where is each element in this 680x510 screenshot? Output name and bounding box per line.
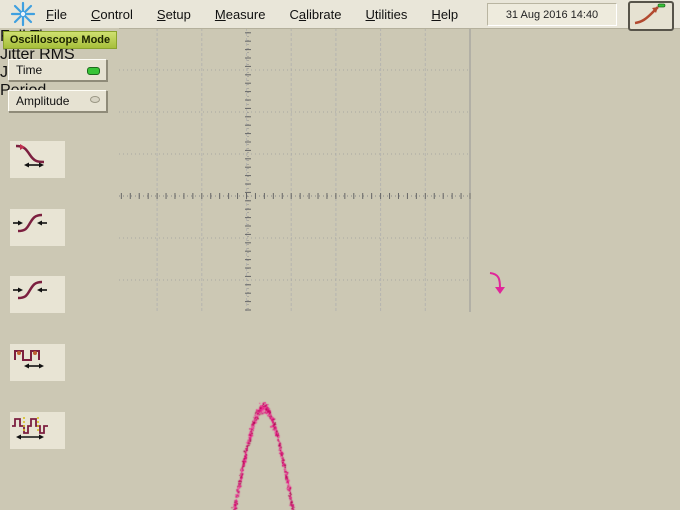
jitter-rms-button[interactable] (10, 209, 65, 246)
menu-calibrate[interactable]: Calibrate (289, 7, 341, 22)
amplitude-led-icon (90, 96, 100, 103)
trace-end-arrow-icon (488, 270, 508, 298)
fall-time-button[interactable] (10, 141, 65, 178)
mode-header: Oscilloscope Mode (3, 31, 117, 49)
menu-help[interactable]: Help (431, 7, 458, 22)
menu-bar: File Control Setup Measure Calibrate Uti… (0, 0, 680, 29)
menu-control[interactable]: Control (91, 7, 133, 22)
pattern-measure-button[interactable] (10, 412, 65, 449)
period-button[interactable] (10, 344, 65, 381)
amplitude-dropdown[interactable]: Amplitude (8, 90, 107, 112)
time-dropdown[interactable]: Time (8, 59, 107, 81)
period-icon (10, 344, 50, 372)
jitter-pp-button[interactable] (10, 276, 65, 313)
menu-file[interactable]: File (46, 7, 67, 22)
agilent-spark-icon (8, 1, 38, 27)
sidebar: Oscilloscope Mode Time Amplitude Fall Ti… (0, 28, 119, 463)
jitter-pp-icon (10, 276, 50, 304)
menu-measure[interactable]: Measure (215, 7, 266, 22)
menu-setup[interactable]: Setup (157, 7, 191, 22)
datetime-display: 31 Aug 2016 14:40 (487, 3, 617, 26)
menu-utilities[interactable]: Utilities (366, 7, 408, 22)
fall-time-icon (10, 141, 50, 169)
oscilloscope-screen: File Control Setup Measure Calibrate Uti… (0, 0, 680, 510)
pattern-waveform-icon (10, 412, 50, 440)
time-led-icon (87, 67, 100, 75)
touchscreen-trace-icon[interactable] (628, 1, 674, 31)
jitter-rms-icon (10, 209, 50, 237)
